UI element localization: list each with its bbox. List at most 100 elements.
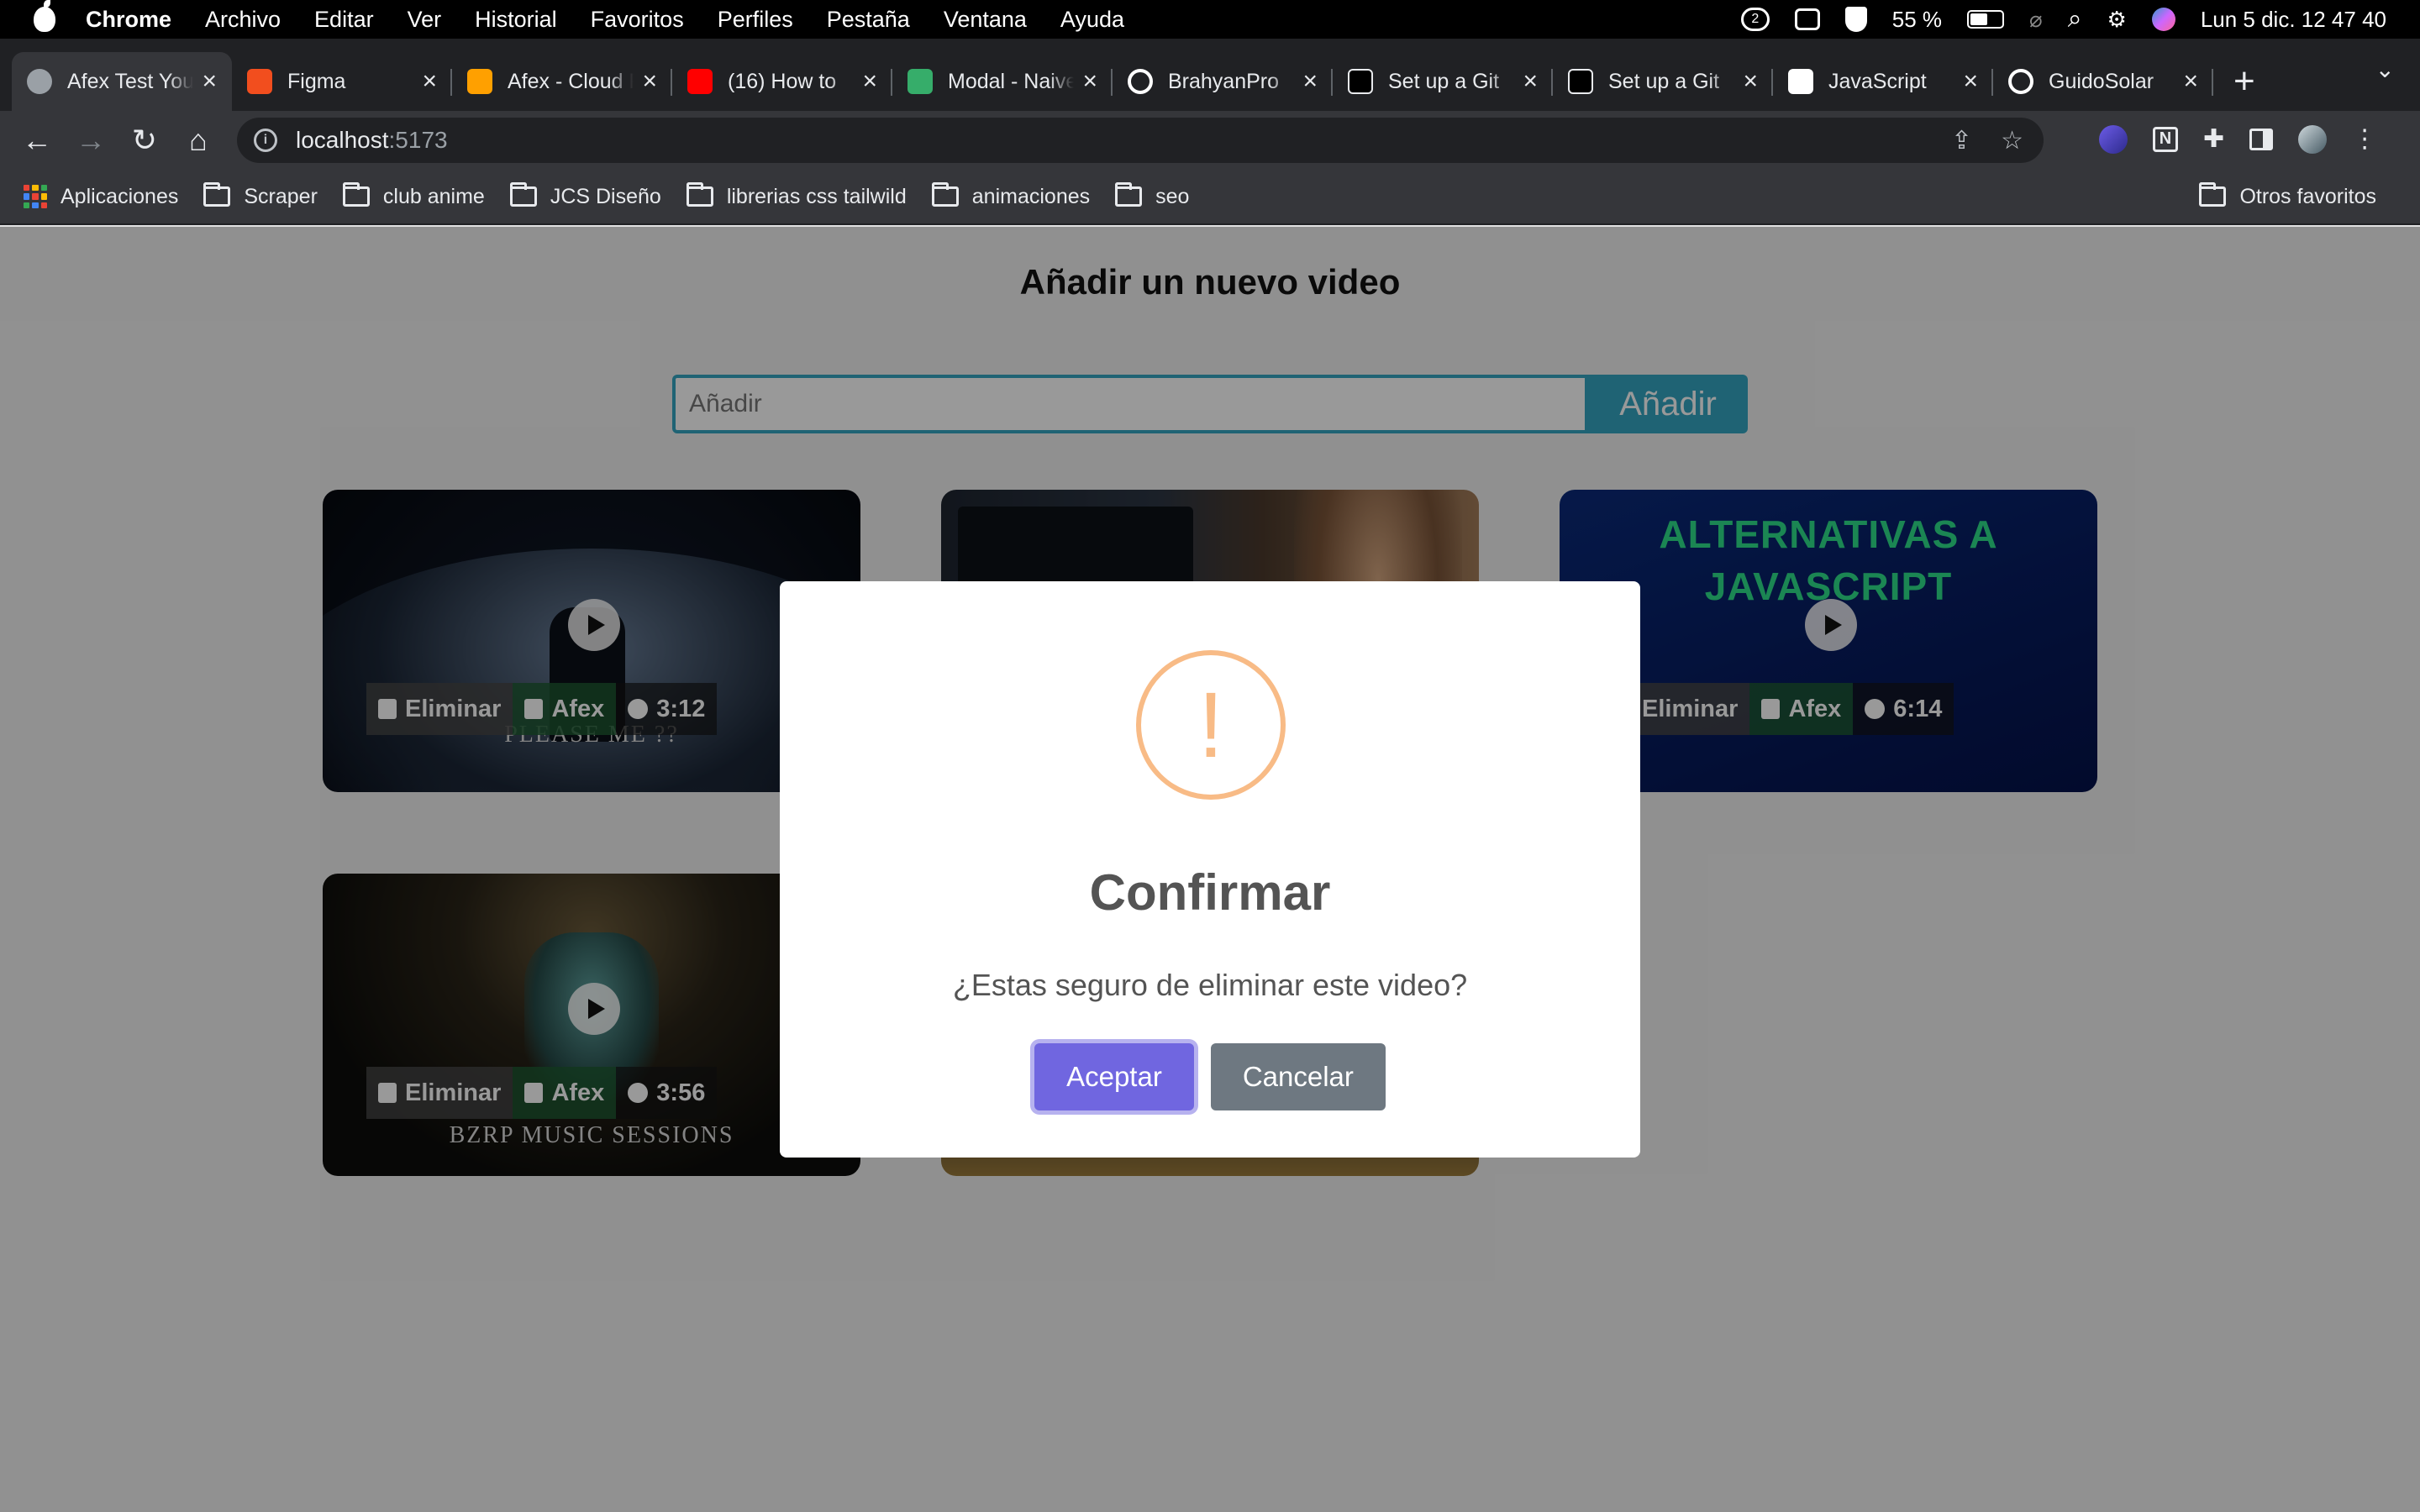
tab-title: JavaScript xyxy=(1828,69,1927,93)
macos-menu-bar: Chrome Archivo Editar Ver Historial Favo… xyxy=(0,0,2420,39)
folder-icon xyxy=(342,182,370,207)
naive-icon xyxy=(908,69,933,94)
url-port: :5173 xyxy=(388,127,448,153)
puzzle-extensions-icon[interactable]: ✚ xyxy=(2203,124,2224,154)
browser-tab[interactable]: Modal - Naive UI × xyxy=(892,52,1113,111)
close-tab-icon[interactable]: × xyxy=(1743,67,1758,96)
share-icon[interactable]: ⇪ xyxy=(1951,126,1972,155)
tab-title: (16) How to xyxy=(728,69,837,93)
menu-perfiles[interactable]: Perfiles xyxy=(718,7,793,33)
bookmark-apps[interactable]: Aplicaciones xyxy=(24,185,178,209)
extension-icon[interactable] xyxy=(2099,124,2128,154)
back-arrow-icon[interactable]: ← xyxy=(10,123,64,158)
menu-archivo[interactable]: Archivo xyxy=(205,7,281,33)
bookmark-folder-animaciones[interactable]: animaciones xyxy=(931,182,1091,209)
cancel-button[interactable]: Cancelar xyxy=(1210,1043,1386,1110)
bookmark-folder-seo[interactable]: seo xyxy=(1115,182,1190,209)
side-panel-icon[interactable] xyxy=(2249,128,2274,150)
home-icon[interactable]: ⌂ xyxy=(171,123,225,158)
bookmark-folder-librerias[interactable]: librerias css tailwild xyxy=(686,182,907,209)
bookmark-label: JCS Diseño xyxy=(550,184,661,208)
battery-icon[interactable] xyxy=(1967,10,2005,29)
forward-arrow-icon[interactable]: → xyxy=(64,123,118,158)
close-tab-icon[interactable]: × xyxy=(1523,67,1538,96)
menu-clock[interactable]: Lun 5 dic. 12 47 40 xyxy=(2201,7,2386,33)
close-tab-icon[interactable]: × xyxy=(2183,67,2198,96)
confirm-button[interactable]: Aceptar xyxy=(1034,1043,1194,1110)
browser-tab[interactable]: Set up a Git × xyxy=(1333,52,1553,111)
notion-icon[interactable]: N xyxy=(2153,126,2178,152)
browser-tab[interactable]: GuidoSolar × xyxy=(1993,52,2213,111)
bookmark-folder-scraper[interactable]: Scraper xyxy=(203,182,318,209)
firebase-icon xyxy=(467,69,492,94)
globe-icon xyxy=(27,69,52,94)
bookmark-label: Otros favoritos xyxy=(2239,184,2376,208)
close-tab-icon[interactable]: × xyxy=(862,67,877,96)
shield-icon[interactable] xyxy=(1844,7,1867,32)
menu-ventana[interactable]: Ventana xyxy=(944,7,1027,33)
tab-title: Afex Test Youtube xyxy=(67,69,194,93)
browser-tab[interactable]: Afex - Cloud Firestore × xyxy=(452,52,672,111)
folder-icon xyxy=(509,182,537,207)
close-tab-icon[interactable]: × xyxy=(1963,67,1978,96)
bookmark-label: Scraper xyxy=(244,184,318,208)
menu-editar[interactable]: Editar xyxy=(314,7,374,33)
warning-icon: ! xyxy=(1136,650,1286,800)
sidebar-toggle-icon[interactable] xyxy=(1794,8,1820,30)
close-tab-icon[interactable]: × xyxy=(1082,67,1097,96)
browser-tab[interactable]: Figma × xyxy=(232,52,452,111)
browser-tab[interactable]: BrahyanPro × xyxy=(1113,52,1333,111)
siri-icon[interactable] xyxy=(2151,8,2175,31)
close-tab-icon[interactable]: × xyxy=(1302,67,1318,96)
menu-pestana[interactable]: Pestaña xyxy=(827,7,910,33)
bookmark-label: seo xyxy=(1155,184,1190,208)
address-bar[interactable]: i localhost:5173 ⇪ ☆ xyxy=(237,118,2044,163)
tab-search-chevron-icon[interactable]: ⌄ xyxy=(2375,55,2395,83)
folder-icon xyxy=(2199,182,2227,207)
google-icon xyxy=(1788,69,1813,94)
browser-toolbar: ← → ↻ ⌂ i localhost:5173 ⇪ ☆ N ✚ ⋮ xyxy=(0,111,2420,170)
bookmark-folder-club-anime[interactable]: club anime xyxy=(342,182,485,209)
reload-icon[interactable]: ↻ xyxy=(118,123,171,158)
page-content: Añadir un nuevo video Añadir PLEASE ME ?… xyxy=(0,227,2420,1512)
wifi-off-icon[interactable]: ⌀ xyxy=(2029,7,2043,33)
folder-icon xyxy=(1115,182,1143,207)
browser-tab[interactable]: Afex Test Youtube × xyxy=(12,52,232,111)
new-tab-button[interactable]: + xyxy=(2233,52,2255,111)
dialog-title: Confirmar xyxy=(1089,864,1331,921)
url-host: localhost xyxy=(296,127,389,153)
browser-tab[interactable]: (16) How to × xyxy=(672,52,892,111)
menu-favoritos[interactable]: Favoritos xyxy=(591,7,684,33)
dialog-message: ¿Estas seguro de eliminar este video? xyxy=(952,968,1468,1002)
menu-historial[interactable]: Historial xyxy=(475,7,557,33)
battery-percent[interactable]: 55 % xyxy=(1892,7,1942,33)
control-center-icon[interactable]: ⚙ xyxy=(2107,7,2127,33)
bookmark-label: animaciones xyxy=(971,184,1091,208)
tab-title: Set up a Git xyxy=(1608,69,1720,93)
close-tab-icon[interactable]: × xyxy=(642,67,657,96)
folder-icon xyxy=(931,182,959,207)
bookmark-star-icon[interactable]: ☆ xyxy=(2001,126,2023,155)
menu-ayuda[interactable]: Ayuda xyxy=(1060,7,1124,33)
browser-tab[interactable]: Set up a Git × xyxy=(1553,52,1773,111)
tab-title: Figma xyxy=(287,69,346,93)
close-tab-icon[interactable]: × xyxy=(202,67,217,96)
bookmark-folder-jcs-diseno[interactable]: JCS Diseño xyxy=(509,182,661,209)
apple-logo-icon[interactable] xyxy=(34,0,55,32)
spotlight-search-icon[interactable]: ⌕ xyxy=(2068,5,2082,34)
menu-app-name[interactable]: Chrome xyxy=(86,7,171,33)
bookmark-other-favorites[interactable]: Otros favoritos xyxy=(2199,182,2376,209)
confirm-dialog: ! Confirmar ¿Estas seguro de eliminar es… xyxy=(780,581,1640,1158)
site-info-icon[interactable]: i xyxy=(254,129,277,152)
bookmarks-bar: Aplicaciones Scraper club anime JCS Dise… xyxy=(0,170,2420,225)
bookmark-apps-label: Aplicaciones xyxy=(60,184,179,208)
tab-separator xyxy=(2212,69,2213,96)
browser-tab[interactable]: JavaScript × xyxy=(1773,52,1993,111)
menu-ver[interactable]: Ver xyxy=(408,7,442,33)
close-tab-icon[interactable]: × xyxy=(422,67,437,96)
bookmark-label: librerias css tailwild xyxy=(726,184,907,208)
more-menu-icon[interactable]: ⋮ xyxy=(2352,124,2377,154)
profile-avatar[interactable] xyxy=(2298,124,2328,154)
creative-cloud-icon[interactable]: 2 xyxy=(1740,8,1770,31)
tab-strip: Afex Test Youtube×Figma×Afex - Cloud Fir… xyxy=(0,39,2420,111)
